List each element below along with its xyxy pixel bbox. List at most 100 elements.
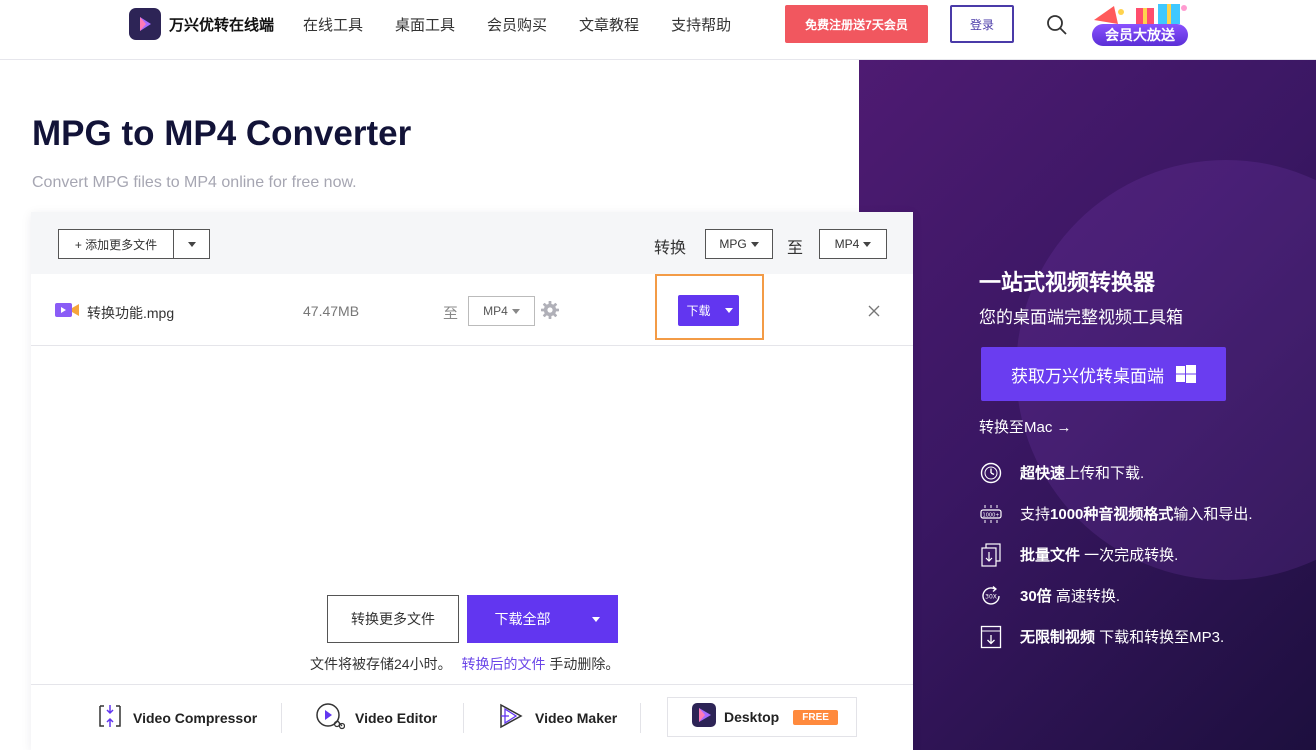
nav-online-tools[interactable]: 在线工具 — [303, 14, 363, 35]
convert-label: 转换 — [654, 240, 687, 257]
storage-note-end: 手动删除。 — [549, 656, 620, 672]
feature-text: 输入和导出. — [1173, 506, 1253, 523]
storage-note: 文件将被存储24小时。 转换后的文件 手动删除。 — [310, 654, 619, 674]
page-title: MPG to MP4 Converter — [32, 114, 412, 153]
tool-name: Video Editor — [355, 710, 438, 726]
tool-name: Desktop — [724, 709, 780, 725]
download-all-button[interactable]: 下载全部 — [467, 595, 618, 643]
fast-30x-icon: 30X — [979, 584, 1003, 608]
desktop-promo-panel: 一站式视频转换器 您的桌面端完整视频工具箱 获取万兴优转桌面端 转换至Mac →… — [859, 60, 1316, 750]
feature-bold: 1000种音视频格式 — [1050, 506, 1174, 523]
maker-icon — [497, 702, 525, 735]
vip-badge-label: 会员大放送 — [1092, 24, 1188, 46]
free-signup-button[interactable]: 免费注册送7天会员 — [785, 5, 928, 43]
convert-more-button[interactable]: 转换更多文件 — [327, 595, 459, 643]
chevron-down-icon — [863, 241, 872, 247]
nav-desktop-tools[interactable]: 桌面工具 — [395, 14, 455, 35]
source-format-value: MPG — [719, 237, 747, 251]
login-button[interactable]: 登录 — [950, 5, 1014, 43]
free-badge: FREE — [793, 709, 838, 725]
site-logo[interactable]: 万兴优转在线端 — [129, 8, 274, 40]
panel-subtitle: 您的桌面端完整视频工具箱 — [979, 308, 1183, 327]
converted-files-link[interactable]: 转换后的文件 — [461, 656, 545, 672]
tool-name: Video Maker — [535, 710, 618, 726]
get-desktop-label: 获取万兴优转桌面端 — [1011, 366, 1164, 386]
page-subtitle: Convert MPG files to MP4 online for free… — [32, 174, 357, 191]
close-icon[interactable] — [868, 304, 880, 322]
converter-card: + 添加更多文件 转换 MPG 至 MP4 转换功能.mpg 47.47MB 至… — [31, 212, 913, 750]
chevron-down-icon — [511, 308, 520, 314]
feature-bold: 超快速 — [1020, 465, 1066, 482]
compress-icon — [97, 703, 123, 734]
target-format-value: MP4 — [834, 237, 860, 251]
windows-icon — [1176, 364, 1196, 384]
nav-articles[interactable]: 文章教程 — [579, 14, 639, 35]
get-desktop-button[interactable]: 获取万兴优转桌面端 — [981, 347, 1226, 401]
tool-separator — [640, 703, 641, 733]
convert-mac-link[interactable]: 转换至Mac → — [979, 416, 1072, 437]
tool-name: Video Compressor — [133, 710, 258, 726]
chevron-down-icon — [187, 241, 196, 247]
bottom-actions: 转换更多文件 下载全部 — [327, 595, 618, 643]
feature-list: 超快速上传和下载. 1000+ 支持1000种音视频格式输入和导出. 批量文件 … — [979, 452, 1253, 657]
source-format-select[interactable]: MPG — [705, 229, 773, 259]
logo-play-icon — [129, 8, 161, 40]
add-files-label: + 添加更多文件 — [59, 230, 174, 258]
download-all-label: 下载全部 — [494, 611, 551, 627]
vip-promo-badge[interactable]: 会员大放送 — [1088, 2, 1192, 48]
feature-text: 上传和下载. — [1065, 465, 1145, 482]
file-name: 转换功能.mpg — [87, 305, 175, 321]
add-files-dropdown[interactable] — [174, 230, 209, 258]
nav-support[interactable]: 支持帮助 — [671, 14, 731, 35]
row-format-value: MP4 — [483, 304, 508, 318]
chevron-down-icon — [750, 241, 759, 247]
feature-item: 无限制视频 下载和转换至MP3. — [979, 616, 1253, 657]
svg-text:1000+: 1000+ — [983, 512, 1000, 518]
desktop-app-icon — [692, 702, 716, 732]
feature-item: 批量文件 一次完成转换. — [979, 534, 1253, 575]
tool-video-editor[interactable]: Video Editor — [315, 702, 438, 733]
nav-membership[interactable]: 会员购买 — [487, 14, 547, 35]
gear-icon[interactable] — [540, 300, 560, 325]
feature-bold: 无限制视频 — [1020, 629, 1096, 646]
tool-separator — [463, 703, 464, 733]
tool-video-maker[interactable]: Video Maker — [497, 703, 617, 733]
storage-note-text: 文件将被存储24小时。 — [310, 656, 452, 672]
download-dropdown[interactable] — [719, 295, 739, 326]
add-more-files-button[interactable]: + 添加更多文件 — [58, 229, 210, 259]
row-to-label: 至 — [443, 305, 459, 322]
target-format-select[interactable]: MP4 — [819, 229, 887, 259]
feature-bold: 批量文件 — [1020, 547, 1081, 564]
formats-icon: 1000+ — [979, 502, 1003, 526]
speed-icon — [979, 461, 1003, 485]
logo-text: 万兴优转在线端 — [169, 16, 275, 34]
panel-title: 一站式视频转换器 — [979, 270, 1156, 295]
feature-bold: 30倍 — [1020, 588, 1052, 605]
chevron-down-icon — [592, 616, 600, 622]
tool-desktop[interactable]: Desktop FREE — [667, 697, 857, 737]
converter-toolbar: + 添加更多文件 转换 MPG 至 MP4 — [31, 212, 913, 274]
batch-icon — [979, 542, 1003, 567]
to-label: 至 — [787, 240, 804, 257]
feature-item: 30X 30倍 高速转换. — [979, 575, 1253, 616]
file-size: 47.47MB — [303, 303, 360, 319]
tool-video-compressor[interactable]: Video Compressor — [97, 703, 257, 733]
row-format-select[interactable]: MP4 — [468, 296, 535, 326]
top-header: 万兴优转在线端 在线工具 桌面工具 会员购买 文章教程 支持帮助 免费注册送7天… — [0, 0, 1316, 60]
chevron-down-icon — [725, 308, 733, 313]
svg-text:30X: 30X — [985, 593, 997, 600]
download-button[interactable]: 下载 — [678, 295, 739, 326]
feature-text: 一次完成转换. — [1080, 547, 1179, 564]
feature-item: 超快速上传和下载. — [979, 452, 1253, 493]
unlimited-download-icon — [979, 625, 1003, 649]
feature-item: 1000+ 支持1000种音视频格式输入和导出. — [979, 493, 1253, 534]
feature-text: 高速转换. — [1051, 588, 1121, 605]
download-label: 下载 — [686, 304, 711, 318]
feature-pre: 支持 — [1020, 506, 1051, 523]
video-file-icon — [55, 302, 79, 323]
feature-text: 下载和转换至MP3. — [1095, 629, 1225, 646]
download-all-dropdown[interactable] — [574, 595, 618, 643]
search-icon[interactable] — [1046, 14, 1068, 36]
file-row: 转换功能.mpg 47.47MB 至 MP4 下载 — [31, 274, 913, 346]
main-nav: 在线工具 桌面工具 会员购买 文章教程 支持帮助 — [303, 0, 763, 48]
